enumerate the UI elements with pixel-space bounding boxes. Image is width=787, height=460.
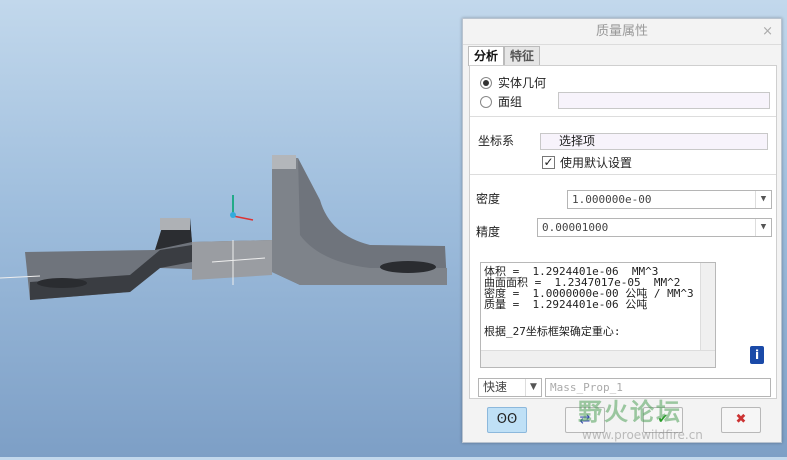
chevron-down-icon[interactable]: ▼ [525, 379, 541, 396]
mode-value: 快速 [483, 380, 508, 394]
density-input[interactable]: 1.000000e-00 ▼ [567, 190, 772, 209]
mode-select[interactable]: 快速 ▼ [478, 378, 542, 397]
divider [470, 174, 776, 175]
radio-selected-icon [480, 76, 492, 89]
accuracy-label: 精度 [476, 225, 501, 239]
tab-feature[interactable]: 特征 [504, 46, 541, 66]
watermark-url: www.proewildfire.cn [582, 428, 703, 442]
vertical-scrollbar[interactable] [700, 263, 715, 351]
horizontal-scrollbar[interactable] [481, 350, 715, 367]
use-default-checkbox[interactable]: ✓ 使用默认设置 [542, 154, 632, 171]
close-icon[interactable]: × [762, 19, 773, 45]
model-viewport[interactable] [0, 0, 462, 457]
results-text: 体积 = 1.2924401e-06 MM^3 曲面面积 = 1.2347017… [484, 265, 694, 338]
close-icon: ✖ [735, 412, 747, 427]
density-label: 密度 [476, 192, 501, 206]
divider [470, 116, 776, 117]
checkmark-icon: ✓ [542, 155, 555, 169]
quilt-radio[interactable]: 面组 [480, 93, 522, 110]
dialog-title-bar: 质量属性 × [463, 19, 781, 45]
tab-analysis[interactable]: 分析 [468, 46, 505, 66]
info-icon[interactable]: i [750, 346, 764, 364]
results-output[interactable]: 体积 = 1.2924401e-06 MM^3 曲面面积 = 1.2347017… [480, 262, 716, 368]
radio-icon [480, 95, 492, 108]
quilt-label: 面组 [498, 95, 523, 109]
preview-button[interactable]: ʘʘ [487, 407, 527, 433]
glasses-icon: ʘʘ [496, 412, 518, 427]
csys-selector[interactable]: 选择项 [540, 133, 768, 150]
solid-label: 实体几何 [498, 76, 547, 90]
density-value: 1.000000e-00 [572, 193, 652, 206]
accuracy-input[interactable]: 0.00001000 ▼ [537, 218, 772, 237]
csys-label: 坐标系 [478, 134, 515, 148]
quilt-selector[interactable] [558, 92, 770, 109]
chevron-down-icon[interactable]: ▼ [755, 219, 771, 236]
analysis-panel: 实体几何 面组 坐标系 选择项 ✓ 使用默认设置 密度 1.000000e-00 ▼… [469, 65, 777, 399]
dialog-title: 质量属性 [595, 24, 648, 39]
3d-part-model [0, 155, 447, 300]
watermark-logo: 野火论坛 [578, 398, 682, 426]
mass-properties-dialog: 质量属性 × 分析 特征 实体几何 面组 坐标系 选择项 ✓ 使用默认设置 密度 … [462, 18, 782, 443]
cancel-button[interactable]: ✖ [721, 407, 761, 433]
solid-geometry-radio[interactable]: 实体几何 [480, 74, 546, 91]
accuracy-value: 0.00001000 [542, 221, 609, 234]
chevron-down-icon[interactable]: ▼ [755, 191, 771, 208]
use-default-label: 使用默认设置 [560, 156, 633, 170]
